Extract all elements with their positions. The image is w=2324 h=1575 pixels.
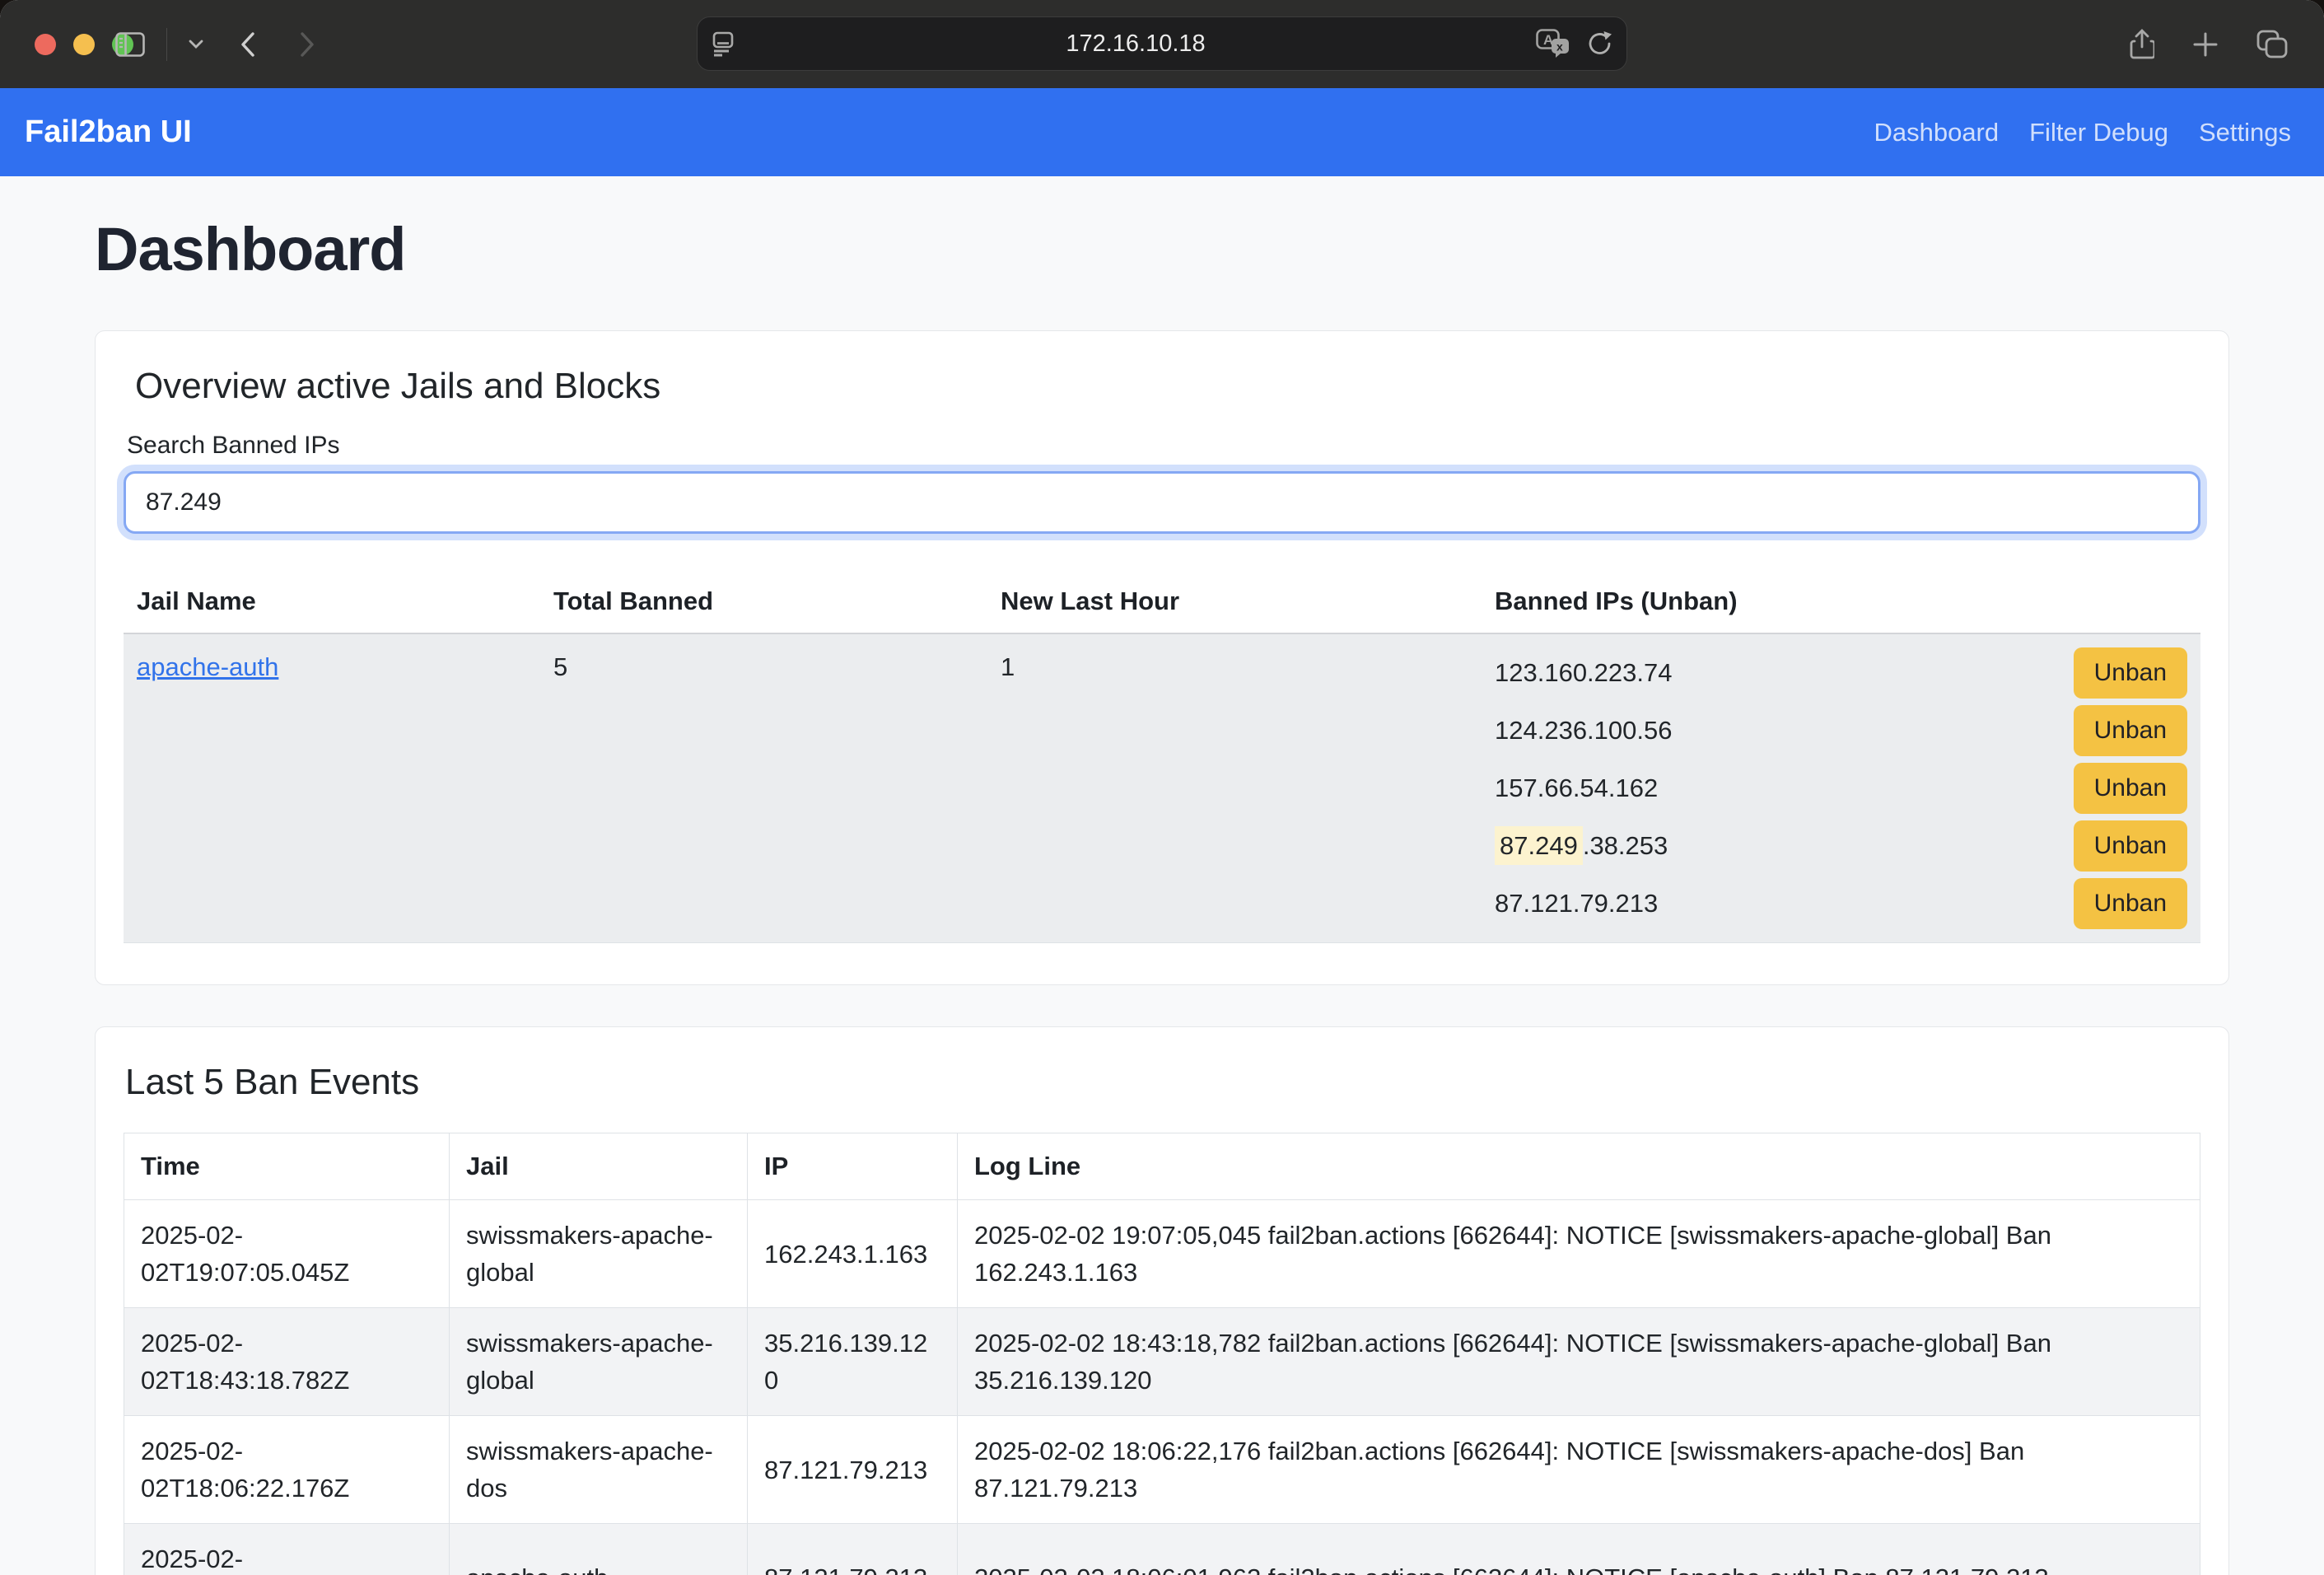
overview-card: Overview active Jails and Blocks Search … [95, 330, 2229, 985]
nav-link-filter-debug[interactable]: Filter Debug [2029, 118, 2168, 147]
col-ip: IP [748, 1133, 958, 1200]
banned-ip-row: 87.249.38.253 Unban [1495, 817, 2187, 875]
event-jail: apache-auth [450, 1524, 748, 1575]
col-time: Time [124, 1133, 450, 1200]
jails-table: Jail Name Total Banned New Last Hour Ban… [124, 573, 2200, 943]
ban-events-card-title: Last 5 Ban Events [125, 1062, 2200, 1103]
minimize-window-button[interactable] [73, 34, 95, 55]
reload-icon[interactable] [1587, 30, 1613, 58]
address-bar[interactable]: 172.16.10.18 A x [697, 16, 1627, 71]
unban-button[interactable]: Unban [2074, 647, 2187, 699]
ban-event-row: 2025-02-02T19:07:05.045Z swissmakers-apa… [124, 1200, 2200, 1308]
ip-highlight: 87.249 [1495, 826, 1583, 865]
tab-overview-icon[interactable] [2256, 30, 2288, 59]
overview-card-title: Overview active Jails and Blocks [135, 366, 2200, 407]
browser-chrome: 172.16.10.18 A x [0, 0, 2324, 88]
banned-ip: 87.121.79.213 [1495, 889, 1658, 918]
jail-new-last-hour: 1 [987, 633, 1482, 943]
app-navbar: Fail2ban UI Dashboard Filter Debug Setti… [0, 88, 2324, 176]
banned-ip: 157.66.54.162 [1495, 773, 1658, 802]
unban-button[interactable]: Unban [2074, 878, 2187, 929]
banned-ip: 123.160.223.74 [1495, 658, 1673, 687]
col-total-banned: Total Banned [540, 573, 987, 633]
jail-total-banned: 5 [540, 633, 987, 943]
jails-table-header-row: Jail Name Total Banned New Last Hour Ban… [124, 573, 2200, 633]
banned-ip-row: 157.66.54.162 Unban [1495, 759, 2187, 817]
new-tab-icon[interactable] [2192, 31, 2219, 58]
banned-ip-row: 87.121.79.213 Unban [1495, 875, 2187, 932]
col-jail: Jail [450, 1133, 748, 1200]
share-icon[interactable] [2130, 29, 2154, 60]
jail-name-link[interactable]: apache-auth [137, 652, 278, 681]
event-jail: swissmakers-apache-dos [450, 1416, 748, 1524]
search-banned-ips-label: Search Banned IPs [127, 432, 2200, 460]
chevron-down-icon[interactable] [189, 40, 203, 49]
col-jail-name: Jail Name [124, 573, 540, 633]
nav-link-settings[interactable]: Settings [2199, 118, 2291, 147]
col-banned-ips: Banned IPs (Unban) [1482, 573, 2200, 633]
search-banned-ips-input[interactable] [124, 471, 2200, 534]
toolbar-divider [166, 28, 167, 61]
ban-event-row: 2025-02-02T18:06:01.962Z apache-auth 87.… [124, 1524, 2200, 1575]
close-window-button[interactable] [35, 34, 56, 55]
jail-row: apache-auth 5 1 123.160.223.74 Unban 124… [124, 633, 2200, 943]
event-log: 2025-02-02 18:06:01,962 fail2ban.actions… [958, 1524, 2200, 1575]
event-ip: 35.216.139.120 [748, 1308, 958, 1416]
browser-window: 172.16.10.18 A x [0, 0, 2324, 1575]
svg-text:x: x [1556, 40, 1563, 54]
event-time: 2025-02-02T18:43:18.782Z [124, 1308, 450, 1416]
forward-button[interactable] [299, 31, 315, 58]
event-log: 2025-02-02 19:07:05,045 fail2ban.actions… [958, 1200, 2200, 1308]
url-text[interactable]: 172.16.10.18 [735, 30, 1536, 58]
banned-ip: 124.236.100.56 [1495, 716, 1673, 745]
event-ip: 87.121.79.213 [748, 1524, 958, 1575]
event-time: 2025-02-02T19:07:05.045Z [124, 1200, 450, 1308]
event-time: 2025-02-02T18:06:01.962Z [124, 1524, 450, 1575]
event-jail: swissmakers-apache-global [450, 1200, 748, 1308]
page-title: Dashboard [95, 214, 2229, 284]
event-log: 2025-02-02 18:06:22,176 fail2ban.actions… [958, 1416, 2200, 1524]
nav-link-dashboard[interactable]: Dashboard [1874, 118, 1999, 147]
banned-ip-list: 123.160.223.74 Unban 124.236.100.56 Unba… [1495, 644, 2187, 932]
event-ip: 162.243.1.163 [748, 1200, 958, 1308]
unban-button[interactable]: Unban [2074, 705, 2187, 756]
event-ip: 87.121.79.213 [748, 1416, 958, 1524]
translate-icon[interactable]: A x [1536, 29, 1570, 58]
event-jail: swissmakers-apache-global [450, 1308, 748, 1416]
banned-ip-row: 123.160.223.74 Unban [1495, 644, 2187, 702]
ban-event-row: 2025-02-02T18:06:22.176Z swissmakers-apa… [124, 1416, 2200, 1524]
ban-events-table: Time Jail IP Log Line 2025-02-02T19:07:0… [124, 1133, 2200, 1575]
ban-events-card: Last 5 Ban Events Time Jail IP Log Line … [95, 1026, 2229, 1575]
page-settings-icon[interactable] [711, 30, 735, 57]
back-button[interactable] [240, 31, 256, 58]
unban-button[interactable]: Unban [2074, 763, 2187, 814]
ban-events-header-row: Time Jail IP Log Line [124, 1133, 2200, 1200]
unban-button[interactable]: Unban [2074, 820, 2187, 872]
banned-ip: .38.253 [1583, 831, 1668, 860]
nav-links: Dashboard Filter Debug Settings [1874, 118, 2291, 147]
event-log: 2025-02-02 18:43:18,782 fail2ban.actions… [958, 1308, 2200, 1416]
event-time: 2025-02-02T18:06:22.176Z [124, 1416, 450, 1524]
main-content: Dashboard Overview active Jails and Bloc… [0, 176, 2324, 1575]
banned-ip-row: 124.236.100.56 Unban [1495, 702, 2187, 759]
app-brand[interactable]: Fail2ban UI [25, 115, 192, 150]
col-log-line: Log Line [958, 1133, 2200, 1200]
col-new-last-hour: New Last Hour [987, 573, 1482, 633]
ban-event-row: 2025-02-02T18:43:18.782Z swissmakers-apa… [124, 1308, 2200, 1416]
sidebar-toggle-icon[interactable] [115, 32, 145, 57]
